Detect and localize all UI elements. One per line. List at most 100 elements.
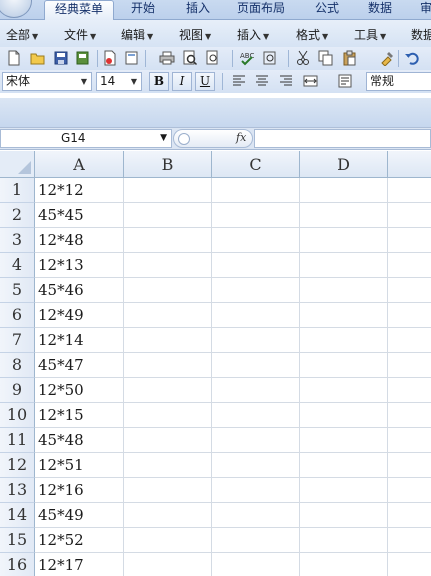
cell[interactable] bbox=[124, 203, 212, 228]
cut-icon[interactable] bbox=[294, 49, 312, 67]
cell[interactable] bbox=[300, 203, 388, 228]
format-painter-icon[interactable] bbox=[378, 49, 396, 67]
cell[interactable]: 12*52 bbox=[35, 528, 124, 553]
open-icon[interactable] bbox=[29, 49, 47, 67]
new-icon[interactable] bbox=[5, 49, 23, 67]
cell[interactable] bbox=[212, 403, 300, 428]
cell[interactable] bbox=[388, 178, 431, 203]
save-as-icon[interactable] bbox=[75, 49, 93, 67]
cell[interactable] bbox=[388, 403, 431, 428]
cell[interactable] bbox=[388, 453, 431, 478]
menu-all[interactable]: 全部 ▼ bbox=[6, 26, 38, 43]
cell[interactable] bbox=[212, 228, 300, 253]
cell[interactable] bbox=[388, 378, 431, 403]
cell[interactable] bbox=[212, 478, 300, 503]
office-button[interactable] bbox=[0, 0, 32, 18]
row-header[interactable]: 15 bbox=[0, 528, 35, 553]
bold-button[interactable]: B bbox=[149, 72, 169, 91]
menu-tools[interactable]: 工具 ▼ bbox=[354, 26, 386, 43]
menu-edit[interactable]: 编辑 ▼ bbox=[121, 26, 153, 43]
tab-data[interactable]: 数据 bbox=[357, 0, 403, 20]
cell[interactable] bbox=[212, 278, 300, 303]
tab-classic-menu[interactable]: 经典菜单 bbox=[44, 0, 114, 21]
undo-icon[interactable] bbox=[403, 49, 421, 67]
cell[interactable] bbox=[212, 503, 300, 528]
cell[interactable] bbox=[212, 178, 300, 203]
column-header-b[interactable]: B bbox=[124, 151, 212, 178]
cell[interactable] bbox=[388, 228, 431, 253]
cell[interactable]: 12*51 bbox=[35, 453, 124, 478]
tab-review[interactable]: 审 bbox=[414, 0, 431, 20]
page-setup-icon[interactable] bbox=[123, 49, 141, 67]
save-icon[interactable] bbox=[52, 49, 70, 67]
cell[interactable] bbox=[124, 478, 212, 503]
cell[interactable] bbox=[388, 278, 431, 303]
font-size-select[interactable]: 14 ▼ bbox=[96, 72, 142, 91]
tab-insert[interactable]: 插入 bbox=[175, 0, 221, 20]
row-header[interactable]: 4 bbox=[0, 253, 35, 278]
cell[interactable] bbox=[124, 453, 212, 478]
cell[interactable] bbox=[388, 203, 431, 228]
cell[interactable] bbox=[300, 378, 388, 403]
print-preview-icon[interactable] bbox=[101, 49, 119, 67]
cell[interactable] bbox=[212, 203, 300, 228]
cell[interactable] bbox=[300, 503, 388, 528]
print-icon[interactable] bbox=[158, 49, 176, 67]
cell[interactable] bbox=[212, 528, 300, 553]
research-icon[interactable] bbox=[261, 49, 279, 67]
cell[interactable] bbox=[124, 528, 212, 553]
cell[interactable] bbox=[300, 453, 388, 478]
cell[interactable]: 12*13 bbox=[35, 253, 124, 278]
preview-icon[interactable] bbox=[181, 49, 199, 67]
cell[interactable]: 12*50 bbox=[35, 378, 124, 403]
column-header-a[interactable]: A bbox=[35, 151, 124, 178]
cell[interactable]: 12*17 bbox=[35, 553, 124, 576]
cell[interactable] bbox=[124, 353, 212, 378]
cell[interactable] bbox=[388, 428, 431, 453]
name-box[interactable]: G14 ▼ bbox=[0, 129, 172, 148]
cell[interactable] bbox=[212, 253, 300, 278]
cell[interactable] bbox=[300, 478, 388, 503]
cell[interactable] bbox=[212, 328, 300, 353]
row-header[interactable]: 14 bbox=[0, 503, 35, 528]
menu-view[interactable]: 视图 ▼ bbox=[179, 26, 211, 43]
menu-file[interactable]: 文件 ▼ bbox=[64, 26, 96, 43]
row-header[interactable]: 6 bbox=[0, 303, 35, 328]
wrap-icon[interactable] bbox=[336, 72, 354, 90]
align-center-icon[interactable] bbox=[253, 72, 271, 90]
select-all-button[interactable] bbox=[0, 151, 35, 178]
cell[interactable] bbox=[300, 528, 388, 553]
cell[interactable] bbox=[124, 553, 212, 576]
tab-page-layout[interactable]: 页面布局 bbox=[230, 0, 292, 20]
cell[interactable] bbox=[300, 178, 388, 203]
cell[interactable] bbox=[212, 303, 300, 328]
italic-button[interactable]: I bbox=[172, 72, 192, 91]
column-header-d[interactable]: D bbox=[300, 151, 388, 178]
cell[interactable] bbox=[124, 303, 212, 328]
cell[interactable] bbox=[300, 328, 388, 353]
cell[interactable] bbox=[300, 228, 388, 253]
row-header[interactable]: 3 bbox=[0, 228, 35, 253]
cell[interactable] bbox=[124, 428, 212, 453]
row-header[interactable]: 5 bbox=[0, 278, 35, 303]
cell[interactable] bbox=[388, 553, 431, 576]
underline-button[interactable]: U bbox=[195, 72, 215, 91]
worksheet-grid[interactable]: A B C D 1 12*12 2 45*45 3 12*48 4 12*13 5 45*46 6 1… bbox=[0, 151, 431, 576]
row-header[interactable]: 9 bbox=[0, 378, 35, 403]
cell[interactable] bbox=[300, 353, 388, 378]
align-right-icon[interactable] bbox=[277, 72, 295, 90]
cell[interactable] bbox=[388, 528, 431, 553]
cell[interactable] bbox=[212, 353, 300, 378]
cell[interactable] bbox=[124, 178, 212, 203]
cell[interactable] bbox=[212, 428, 300, 453]
formula-input[interactable] bbox=[254, 129, 431, 148]
cell[interactable]: 12*15 bbox=[35, 403, 124, 428]
row-header[interactable]: 10 bbox=[0, 403, 35, 428]
cell[interactable]: 45*48 bbox=[35, 428, 124, 453]
cell[interactable] bbox=[124, 403, 212, 428]
cell[interactable]: 12*16 bbox=[35, 478, 124, 503]
cell[interactable]: 45*45 bbox=[35, 203, 124, 228]
cell[interactable]: 45*46 bbox=[35, 278, 124, 303]
row-header[interactable]: 13 bbox=[0, 478, 35, 503]
row-header[interactable]: 7 bbox=[0, 328, 35, 353]
